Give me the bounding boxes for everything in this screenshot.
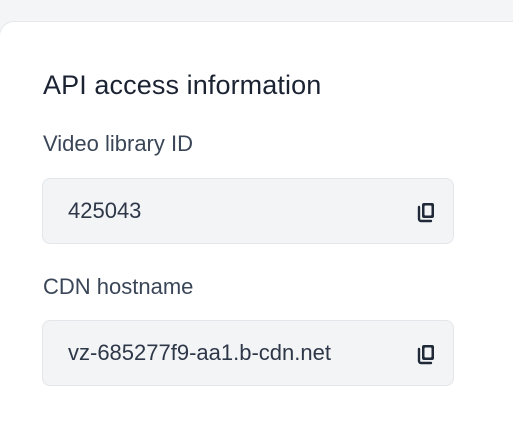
cdn-hostname-value[interactable]: vz-685277f9-aa1.b-cdn.net (68, 340, 331, 366)
video-library-id-field[interactable]: 425043 (42, 178, 454, 244)
video-library-id-label: Video library ID (43, 131, 193, 156)
cdn-hostname-field[interactable]: vz-685277f9-aa1.b-cdn.net (42, 320, 454, 386)
video-library-id-value[interactable]: 425043 (68, 198, 141, 224)
copy-icon[interactable] (413, 341, 439, 367)
cdn-hostname-label: CDN hostname (43, 274, 194, 299)
copy-icon[interactable] (413, 199, 439, 225)
section-title: API access information (43, 70, 322, 100)
